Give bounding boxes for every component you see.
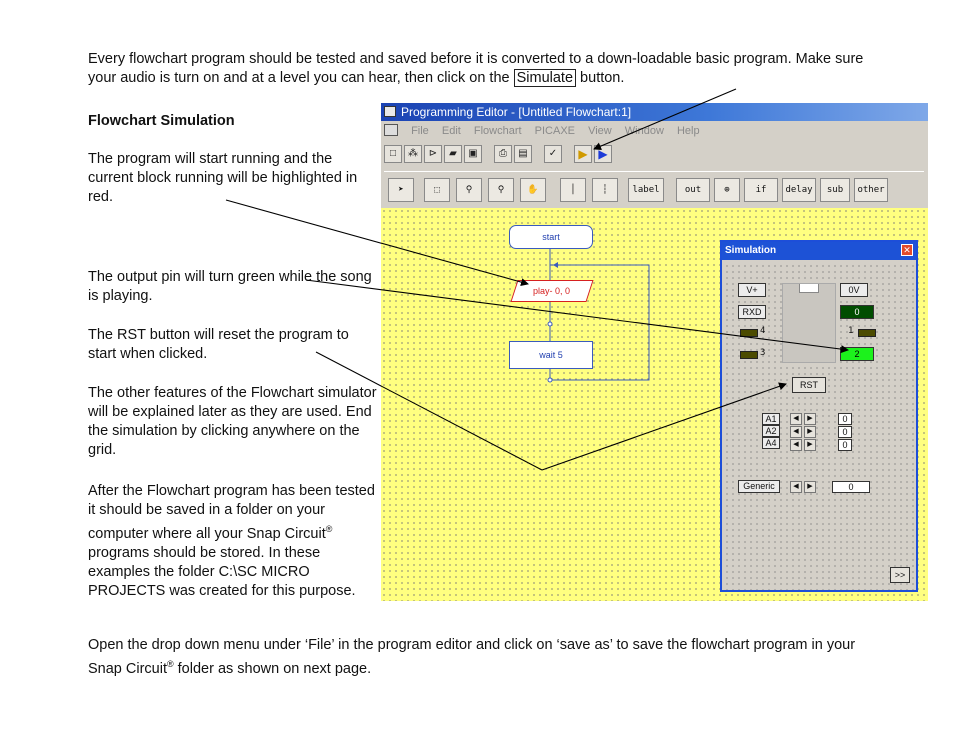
registered-mark-2: ® (166, 659, 174, 669)
crosshair-icon[interactable]: ⊕ (714, 178, 740, 202)
pin-4-label: 4 (760, 326, 766, 336)
para-running: The program will start running and the c… (88, 151, 358, 205)
picaxe-chip (782, 283, 836, 363)
simulation-title: Simulation (722, 242, 916, 260)
flowchart-start-block[interactable]: start (509, 225, 593, 249)
print-icon[interactable]: ⎙ (494, 145, 512, 163)
new-flowchart-icon[interactable]: ⁂ (404, 145, 422, 163)
output-pin-2[interactable]: 2 (840, 347, 874, 361)
a4-value[interactable]: 0 (838, 439, 852, 451)
output-pin-0[interactable]: 0 (840, 305, 874, 319)
if-tool[interactable]: if (744, 178, 778, 202)
menu-picaxe[interactable]: PICAXE (535, 121, 575, 141)
label-tool[interactable]: label (628, 178, 664, 202)
select-box-icon[interactable]: ⬚ (424, 178, 450, 202)
open-folder-icon[interactable]: ▰ (444, 145, 462, 163)
flowchart-play-block[interactable]: play- 0, 0 (510, 280, 594, 302)
para-other-features: The other features of the Flowchart simu… (88, 385, 377, 458)
syntax-check-icon[interactable]: ✓ (544, 145, 562, 163)
menu-flowchart[interactable]: Flowchart (474, 121, 522, 141)
output-led-1-icon (858, 329, 876, 337)
generic-label: Generic (738, 480, 780, 493)
a2-value[interactable]: 0 (838, 426, 852, 438)
para-output-pin: The output pin will turn green while the… (88, 269, 372, 304)
generic-decrease-icon[interactable]: ◀ (790, 481, 802, 493)
save-icon[interactable]: ▣ (464, 145, 482, 163)
intro-before: Every flowchart program should be tested… (88, 51, 864, 86)
outro-text: Open the drop down menu under ‘File’ in … (88, 636, 888, 679)
simulate-icon[interactable]: ▶ (574, 145, 592, 163)
zero-v-label: 0V (840, 283, 868, 297)
menu-edit[interactable]: Edit (442, 121, 461, 141)
vplus-label: V+ (738, 283, 766, 297)
menu-file[interactable]: File (411, 121, 429, 141)
play-block-label: play- 0, 0 (533, 286, 571, 296)
connector-tool-icon[interactable]: ┆ (592, 178, 618, 202)
zoom-area-icon[interactable]: ⚲ (488, 178, 514, 202)
new-file-icon[interactable]: □ (384, 145, 402, 163)
intro-after: button. (576, 70, 625, 86)
expand-button[interactable]: >> (890, 567, 910, 583)
simulation-body: V+ 0V RXD 0 4 1 3 2 RST A1 ◀ ▶ 0 A2 ◀ ▶ … (724, 263, 914, 590)
zoom-icon[interactable]: ⚲ (456, 178, 482, 202)
para-save-b: programs should be stored. In these exam… (88, 544, 356, 599)
sub-tool[interactable]: sub (820, 178, 850, 202)
program-icon[interactable]: ▶ (594, 145, 612, 163)
main-toolbar: □ ⁂ ⊳ ▰ ▣ ⎙ ▤ ✓ ▶ ▶ (384, 145, 612, 165)
para-rst: The RST button will reset the program to… (88, 327, 349, 362)
document-icon (384, 124, 398, 136)
flowchart-toolbar: ➤ ⬚ ⚲ ⚲ ✋ │ ┆ label out ⊕ if delay sub o… (384, 171, 924, 209)
menu-view[interactable]: View (588, 121, 612, 141)
menu-help[interactable]: Help (677, 121, 700, 141)
a4-increase-icon[interactable]: ▶ (804, 439, 816, 451)
para-save-folder: After the Flowchart program has been tes… (88, 482, 378, 601)
generic-increase-icon[interactable]: ▶ (804, 481, 816, 493)
editor-title: Programming Editor - [Untitled Flowchart… (401, 105, 632, 119)
a4-decrease-icon[interactable]: ◀ (790, 439, 802, 451)
generic-value[interactable]: 0 (832, 481, 870, 493)
editor-titlebar: Programming Editor - [Untitled Flowchart… (381, 103, 928, 121)
a2-decrease-icon[interactable]: ◀ (790, 426, 802, 438)
out-tool[interactable]: out (676, 178, 710, 202)
close-icon[interactable]: ✕ (901, 244, 913, 256)
line-tool-icon[interactable]: │ (560, 178, 586, 202)
flowchart-wait-block[interactable]: wait 5 (509, 341, 593, 369)
new-block-icon[interactable]: ⊳ (424, 145, 442, 163)
select-arrow-icon[interactable]: ➤ (388, 178, 414, 202)
menu-window[interactable]: Window (625, 121, 664, 141)
other-tool[interactable]: other (854, 178, 888, 202)
a1-value[interactable]: 0 (838, 413, 852, 425)
a1-increase-icon[interactable]: ▶ (804, 413, 816, 425)
delay-tool[interactable]: delay (782, 178, 816, 202)
a1-label: A1 (762, 413, 780, 425)
rxd-label: RXD (738, 305, 766, 319)
simulate-button-label: Simulate (513, 69, 577, 87)
input-switch-4-icon[interactable] (740, 329, 758, 337)
a1-decrease-icon[interactable]: ◀ (790, 413, 802, 425)
outro-b: folder as shown on next page. (173, 660, 372, 677)
properties-icon[interactable]: ▤ (514, 145, 532, 163)
a2-label: A2 (762, 425, 780, 437)
registered-mark: ® (325, 524, 333, 534)
editor-menubar: File Edit Flowchart PICAXE View Window H… (381, 121, 928, 141)
a2-increase-icon[interactable]: ▶ (804, 426, 816, 438)
app-icon (384, 106, 396, 117)
section-heading: Flowchart Simulation (88, 113, 235, 129)
intro-text: Every flowchart program should be tested… (88, 50, 888, 88)
pin-1-label: 1 (848, 326, 854, 336)
pan-hand-icon[interactable]: ✋ (520, 178, 546, 202)
pin-3-label: 3 (760, 348, 766, 358)
simulation-window: Simulation ✕ V+ 0V RXD 0 4 1 3 2 RST A1 … (720, 240, 918, 592)
rst-button[interactable]: RST (792, 377, 826, 393)
input-switch-3-icon[interactable] (740, 351, 758, 359)
a4-label: A4 (762, 437, 780, 449)
